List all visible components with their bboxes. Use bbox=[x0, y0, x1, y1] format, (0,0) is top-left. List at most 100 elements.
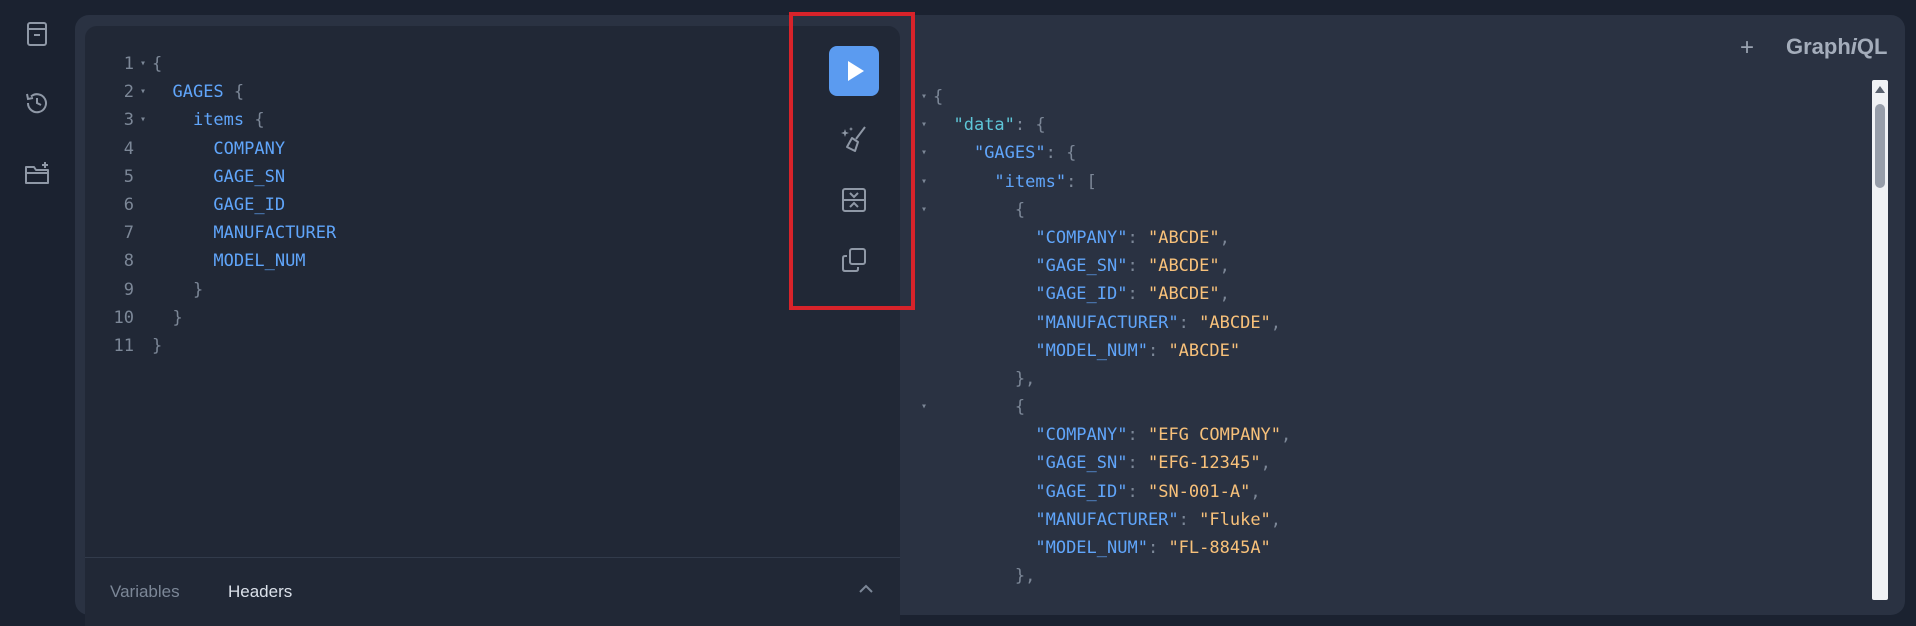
history-icon[interactable] bbox=[23, 89, 51, 117]
fold-arrow-icon[interactable]: ▾ bbox=[915, 393, 933, 421]
response-token: , bbox=[1270, 312, 1282, 333]
query-token: MODEL_NUM bbox=[213, 251, 306, 272]
response-token: "GAGE_SN" bbox=[1035, 453, 1128, 474]
response-token: "GAGE_ID" bbox=[1035, 481, 1128, 502]
response-scrollbar[interactable] bbox=[1872, 80, 1888, 600]
query-token: { bbox=[244, 110, 265, 131]
response-token: }, bbox=[1014, 566, 1036, 587]
response-token: "MANUFACTURER" bbox=[1035, 312, 1179, 333]
fold-arrow-icon[interactable]: ▾ bbox=[134, 106, 152, 134]
response-token: "MODEL_NUM" bbox=[1035, 538, 1148, 558]
line-number: 7 bbox=[123, 223, 134, 244]
response-line: ▾ "data": { bbox=[915, 111, 1291, 139]
sidebar bbox=[0, 0, 75, 593]
logo-suffix: QL bbox=[1856, 34, 1888, 59]
scrollbar-thumb[interactable] bbox=[1875, 104, 1885, 188]
fold-arrow-icon[interactable]: ▾ bbox=[915, 139, 933, 167]
response-token: : bbox=[1147, 538, 1169, 558]
fold-arrow-icon[interactable]: ▾ bbox=[134, 50, 152, 78]
query-line[interactable]: 6 GAGE_ID bbox=[108, 191, 336, 219]
response-line: "GAGE_ID": "SN-001-A", bbox=[915, 478, 1291, 506]
response-token: }, bbox=[1014, 368, 1036, 389]
tab-variables[interactable]: Variables bbox=[110, 582, 180, 602]
response-line: "MODEL_NUM": "ABCDE" bbox=[915, 337, 1291, 365]
response-token: "COMPANY" bbox=[1035, 227, 1128, 248]
response-token: "Fluke" bbox=[1199, 509, 1271, 530]
fold-arrow-icon[interactable]: ▾ bbox=[915, 83, 933, 111]
response-token: "MODEL_NUM" bbox=[1035, 340, 1148, 361]
prettify-icon[interactable] bbox=[838, 123, 870, 155]
query-line[interactable]: 1 ▾{ bbox=[108, 50, 336, 78]
response-line: ▾ { bbox=[915, 393, 1291, 421]
scroll-up-arrow[interactable] bbox=[1875, 86, 1885, 93]
tab-headers[interactable]: Headers bbox=[228, 582, 292, 602]
line-number: 11 bbox=[113, 335, 134, 356]
response-token: { bbox=[1014, 199, 1026, 220]
response-token: : { bbox=[1045, 143, 1077, 164]
response-token: , bbox=[1250, 481, 1261, 502]
response-token: , bbox=[1219, 227, 1230, 248]
query-line[interactable]: 10 } bbox=[108, 304, 336, 332]
query-line[interactable]: 7 MANUFACTURER bbox=[108, 219, 337, 247]
query-line[interactable]: 9 } bbox=[108, 276, 336, 304]
chevron-up-icon[interactable] bbox=[855, 578, 877, 600]
query-token: GAGE_SN bbox=[213, 166, 286, 187]
response-token: "ABCDE" bbox=[1147, 284, 1220, 305]
response-token: "FL-8845A" bbox=[1168, 538, 1271, 558]
response-token: "GAGE_SN" bbox=[1035, 256, 1128, 277]
response-token: "GAGE_ID" bbox=[1035, 284, 1128, 305]
query-line[interactable]: 3 ▾ items { bbox=[108, 106, 336, 134]
query-line[interactable]: 8 MODEL_NUM bbox=[108, 247, 336, 275]
query-token: { bbox=[152, 54, 163, 74]
response-viewer: ▾{▾ "data": {▾ "GAGES": {▾ "items": [▾ {… bbox=[915, 83, 1291, 590]
response-line: ▾{ bbox=[915, 83, 1291, 111]
add-tab-button[interactable]: + bbox=[1740, 32, 1754, 64]
query-line[interactable]: 5 GAGE_SN bbox=[108, 163, 336, 191]
fold-arrow-icon[interactable]: ▾ bbox=[915, 111, 933, 139]
query-line[interactable]: 2 ▾ GAGES { bbox=[108, 78, 336, 106]
fold-arrow-icon[interactable]: ▾ bbox=[915, 168, 933, 196]
fold-arrow-icon[interactable]: ▾ bbox=[915, 196, 933, 224]
response-token: : bbox=[1127, 425, 1148, 446]
line-number: 3 bbox=[123, 110, 134, 131]
copy-icon[interactable] bbox=[838, 244, 870, 276]
docs-icon[interactable] bbox=[23, 20, 51, 48]
response-token: "ABCDE" bbox=[1199, 312, 1271, 333]
query-line[interactable]: 4 COMPANY bbox=[108, 135, 336, 163]
query-line[interactable]: 11} bbox=[108, 332, 336, 360]
response-token: "COMPANY" bbox=[1035, 425, 1128, 446]
response-token: , bbox=[1219, 284, 1230, 305]
query-code[interactable]: 1 ▾{2 ▾ GAGES {3 ▾ items {4 COMPANY 5 GAGE_S… bbox=[108, 50, 337, 360]
add-folder-icon[interactable] bbox=[23, 160, 51, 188]
response-line: "MANUFACTURER": "ABCDE", bbox=[915, 309, 1291, 337]
query-token: items bbox=[192, 110, 245, 131]
play-icon bbox=[848, 61, 864, 81]
line-number: 10 bbox=[113, 307, 134, 328]
run-button[interactable] bbox=[829, 46, 879, 96]
response-token: : bbox=[1127, 481, 1148, 502]
response-token: , bbox=[1219, 256, 1230, 277]
response-token: : { bbox=[1014, 115, 1046, 136]
merge-fragments-icon[interactable] bbox=[838, 184, 870, 216]
fold-arrow-icon[interactable]: ▾ bbox=[134, 78, 152, 106]
response-token: "MANUFACTURER" bbox=[1035, 509, 1179, 530]
